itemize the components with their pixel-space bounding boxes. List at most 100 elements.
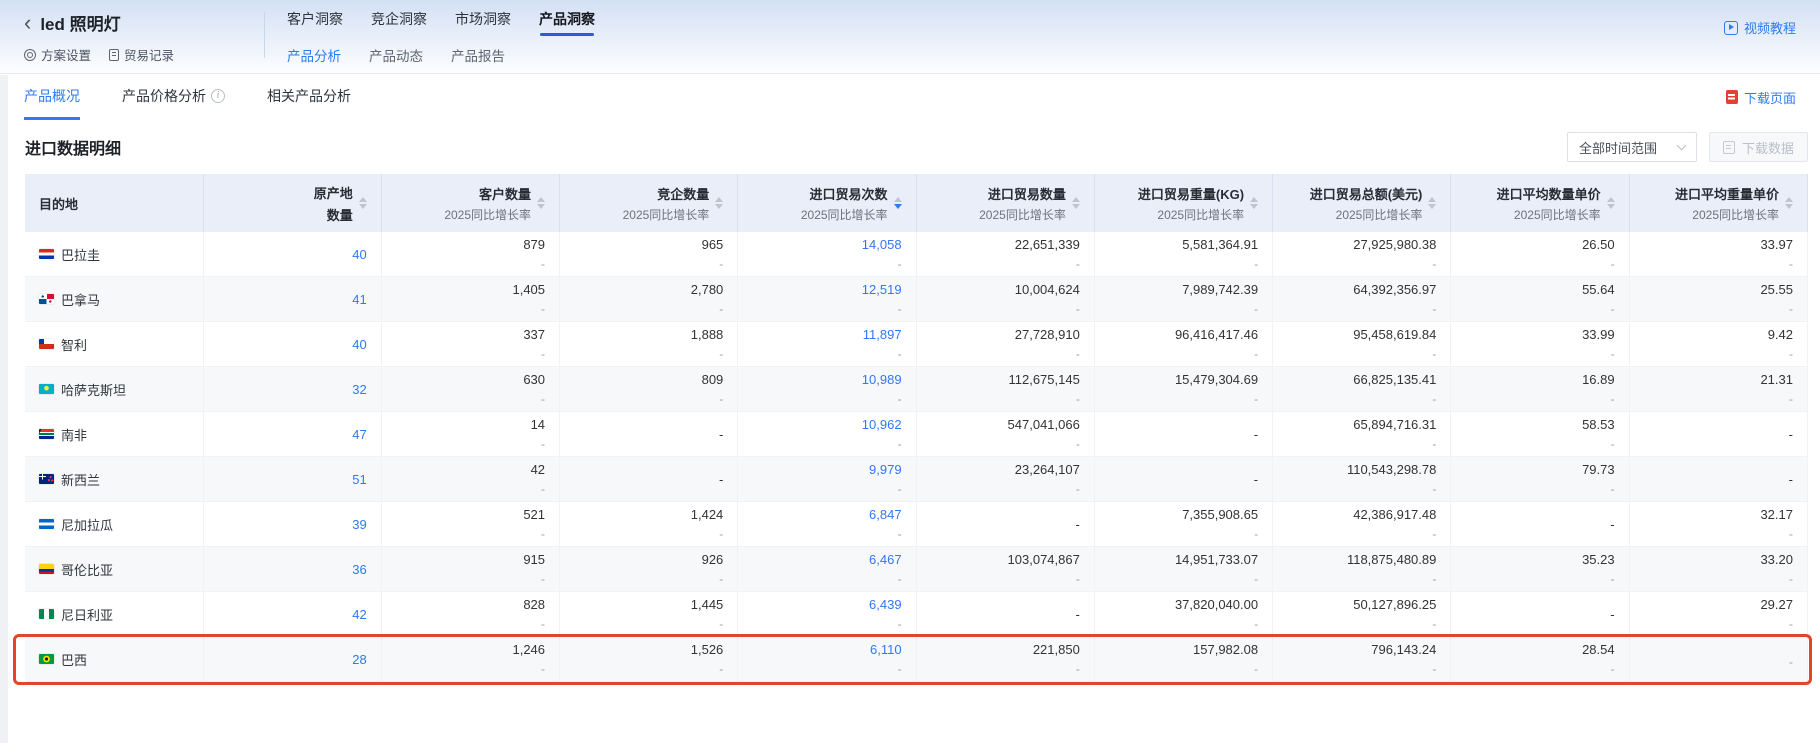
nav-item-2[interactable]: 竞企洞察 [371, 9, 427, 36]
growth-text: - [1287, 392, 1436, 406]
data-cell: 1,526- [560, 637, 738, 682]
value-text: 64,392,356.97 [1287, 282, 1436, 297]
download-page-label: 下载页面 [1744, 88, 1796, 107]
origin-count-link[interactable]: 41 [218, 292, 367, 307]
origin-count-link[interactable]: 28 [218, 652, 367, 667]
value-link[interactable]: 11,897 [752, 327, 901, 342]
growth-text: - [1287, 257, 1436, 271]
origin-count-link[interactable]: 36 [218, 562, 367, 577]
tab-3[interactable]: 相关产品分析 [267, 74, 351, 120]
value-text: 33.20 [1644, 552, 1793, 567]
nav-item-4[interactable]: 产品洞察 [539, 9, 595, 36]
data-cell: 1,405- [381, 277, 559, 322]
column-header-6[interactable]: 进口贸易数量2025同比增长率 [916, 174, 1094, 232]
data-cell: - [1629, 637, 1807, 682]
data-cell: 6,467- [738, 547, 916, 592]
column-header-4[interactable]: 竞企数量2025同比增长率 [560, 174, 738, 232]
download-page-link[interactable]: 下载页面 [1726, 74, 1796, 120]
value-link[interactable]: 6,439 [752, 597, 901, 612]
table-row: 巴西281,246-1,526-6,110-221,850-157,982.08… [25, 637, 1808, 682]
value-link[interactable]: 10,962 [752, 417, 901, 432]
column-label: 客户数量 [444, 184, 531, 203]
origin-count-link[interactable]: 32 [218, 382, 367, 397]
sort-carets-icon[interactable] [537, 197, 545, 209]
download-data-button[interactable]: 下载数据 [1709, 132, 1808, 162]
data-cell: - [560, 457, 738, 502]
subnav-item-1[interactable]: 产品分析 [287, 45, 341, 65]
nav-item-3[interactable]: 市场洞察 [455, 9, 511, 36]
tab-2[interactable]: 产品价格分析i [122, 74, 225, 120]
sort-carets-icon[interactable] [1428, 197, 1436, 209]
growth-text: - [931, 392, 1080, 406]
value-link[interactable]: 6,110 [752, 642, 901, 657]
trade-records-button[interactable]: 贸易记录 [109, 45, 174, 64]
sort-carets-icon[interactable] [894, 197, 902, 209]
data-cell: 65,894,716.31- [1273, 412, 1451, 457]
origin-count-link[interactable]: 42 [218, 607, 367, 622]
data-cell: 521- [381, 502, 559, 547]
flag-paraguay-icon [39, 249, 54, 259]
origin-count-link[interactable]: 51 [218, 472, 367, 487]
column-header-7[interactable]: 进口贸易重量(KG)2025同比增长率 [1094, 174, 1272, 232]
column-header-5[interactable]: 进口贸易次数2025同比增长率 [738, 174, 916, 232]
time-range-select[interactable]: 全部时间范围 [1567, 132, 1697, 162]
sort-carets-icon[interactable] [715, 197, 723, 209]
value-link[interactable]: 12,519 [752, 282, 901, 297]
tab-label: 产品概况 [24, 86, 80, 106]
growth-text: - [1465, 437, 1614, 451]
growth-text: - [931, 482, 1080, 496]
growth-text: - [931, 347, 1080, 361]
data-cell: 157,982.08- [1094, 637, 1272, 682]
scheme-settings-button[interactable]: 方案设置 [24, 45, 91, 64]
origin-count-link[interactable]: 40 [218, 247, 367, 262]
destination-label: 南非 [61, 425, 87, 444]
tab-1[interactable]: 产品概况 [24, 74, 80, 120]
info-icon[interactable]: i [211, 89, 225, 103]
value-link[interactable]: 6,847 [752, 507, 901, 522]
data-cell: 221,850- [916, 637, 1094, 682]
column-header-1: 目的地 [25, 174, 203, 232]
subnav-item-3[interactable]: 产品报告 [451, 45, 505, 65]
destination-cell: 巴拉圭 [25, 232, 203, 277]
nav-item-1[interactable]: 客户洞察 [287, 9, 343, 36]
origin-count-link[interactable]: 40 [218, 337, 367, 352]
trade-records-label: 贸易记录 [124, 45, 174, 64]
origin-count-link[interactable]: 47 [218, 427, 367, 442]
sort-carets-icon[interactable] [1250, 197, 1258, 209]
value-link[interactable]: 6,467 [752, 552, 901, 567]
origin-count-link[interactable]: 39 [218, 517, 367, 532]
growth-text: - [931, 437, 1080, 451]
data-cell: - [916, 592, 1094, 637]
value-link[interactable]: 10,989 [752, 372, 901, 387]
destination-cell: 新西兰 [25, 457, 203, 502]
value-text: 879 [396, 237, 545, 252]
video-tutorial-link[interactable]: 视频教程 [1724, 18, 1796, 37]
growth-text: - [1465, 482, 1614, 496]
data-cell: 879- [381, 232, 559, 277]
growth-text: - [752, 662, 901, 676]
sort-carets-icon[interactable] [1607, 197, 1615, 209]
column-header-9[interactable]: 进口平均数量单价2025同比增长率 [1451, 174, 1629, 232]
value-link[interactable]: 9,979 [752, 462, 901, 477]
sort-carets-icon[interactable] [359, 197, 367, 209]
column-header-3[interactable]: 客户数量2025同比增长率 [381, 174, 559, 232]
subnav-item-2[interactable]: 产品动态 [369, 45, 423, 65]
sort-carets-icon[interactable] [1072, 197, 1080, 209]
value-text: - [1465, 607, 1614, 622]
column-header-8[interactable]: 进口贸易总额(美元)2025同比增长率 [1273, 174, 1451, 232]
value-link[interactable]: 14,058 [752, 237, 901, 252]
value-text: 37,820,040.00 [1109, 597, 1258, 612]
sort-carets-icon[interactable] [1785, 197, 1793, 209]
value-text: 23,264,107 [931, 462, 1080, 477]
flag-panama-icon [39, 294, 54, 304]
value-text: 1,405 [396, 282, 545, 297]
value-text: 42 [396, 462, 545, 477]
data-cell: 10,004,624- [916, 277, 1094, 322]
destination-cell: 南非 [25, 412, 203, 457]
column-label: 进口贸易次数 [801, 184, 888, 203]
value-text: 14 [396, 417, 545, 432]
column-header-2[interactable]: 原产地数量 [203, 174, 381, 232]
column-header-10[interactable]: 进口平均重量单价2025同比增长率 [1629, 174, 1807, 232]
back-icon[interactable]: ‹ [24, 14, 31, 32]
value-text: - [1109, 427, 1258, 442]
